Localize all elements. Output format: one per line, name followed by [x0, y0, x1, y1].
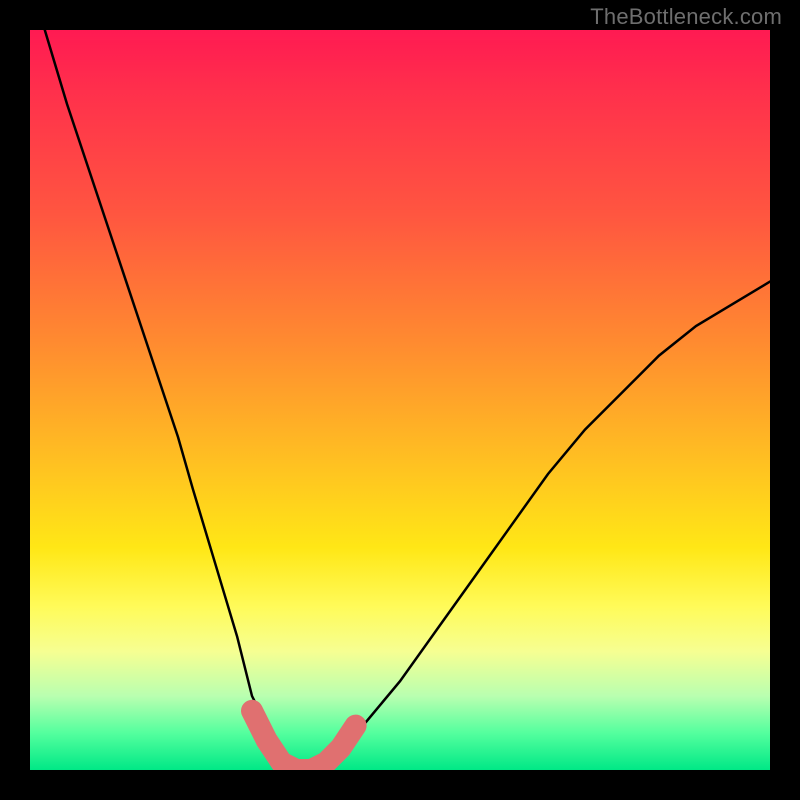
watermark-text: TheBottleneck.com	[590, 4, 782, 30]
chart-frame: TheBottleneck.com	[0, 0, 800, 800]
curve-layer	[30, 30, 770, 770]
plot-area	[30, 30, 770, 770]
bottleneck-curve	[45, 30, 770, 770]
highlight-region	[252, 711, 356, 770]
